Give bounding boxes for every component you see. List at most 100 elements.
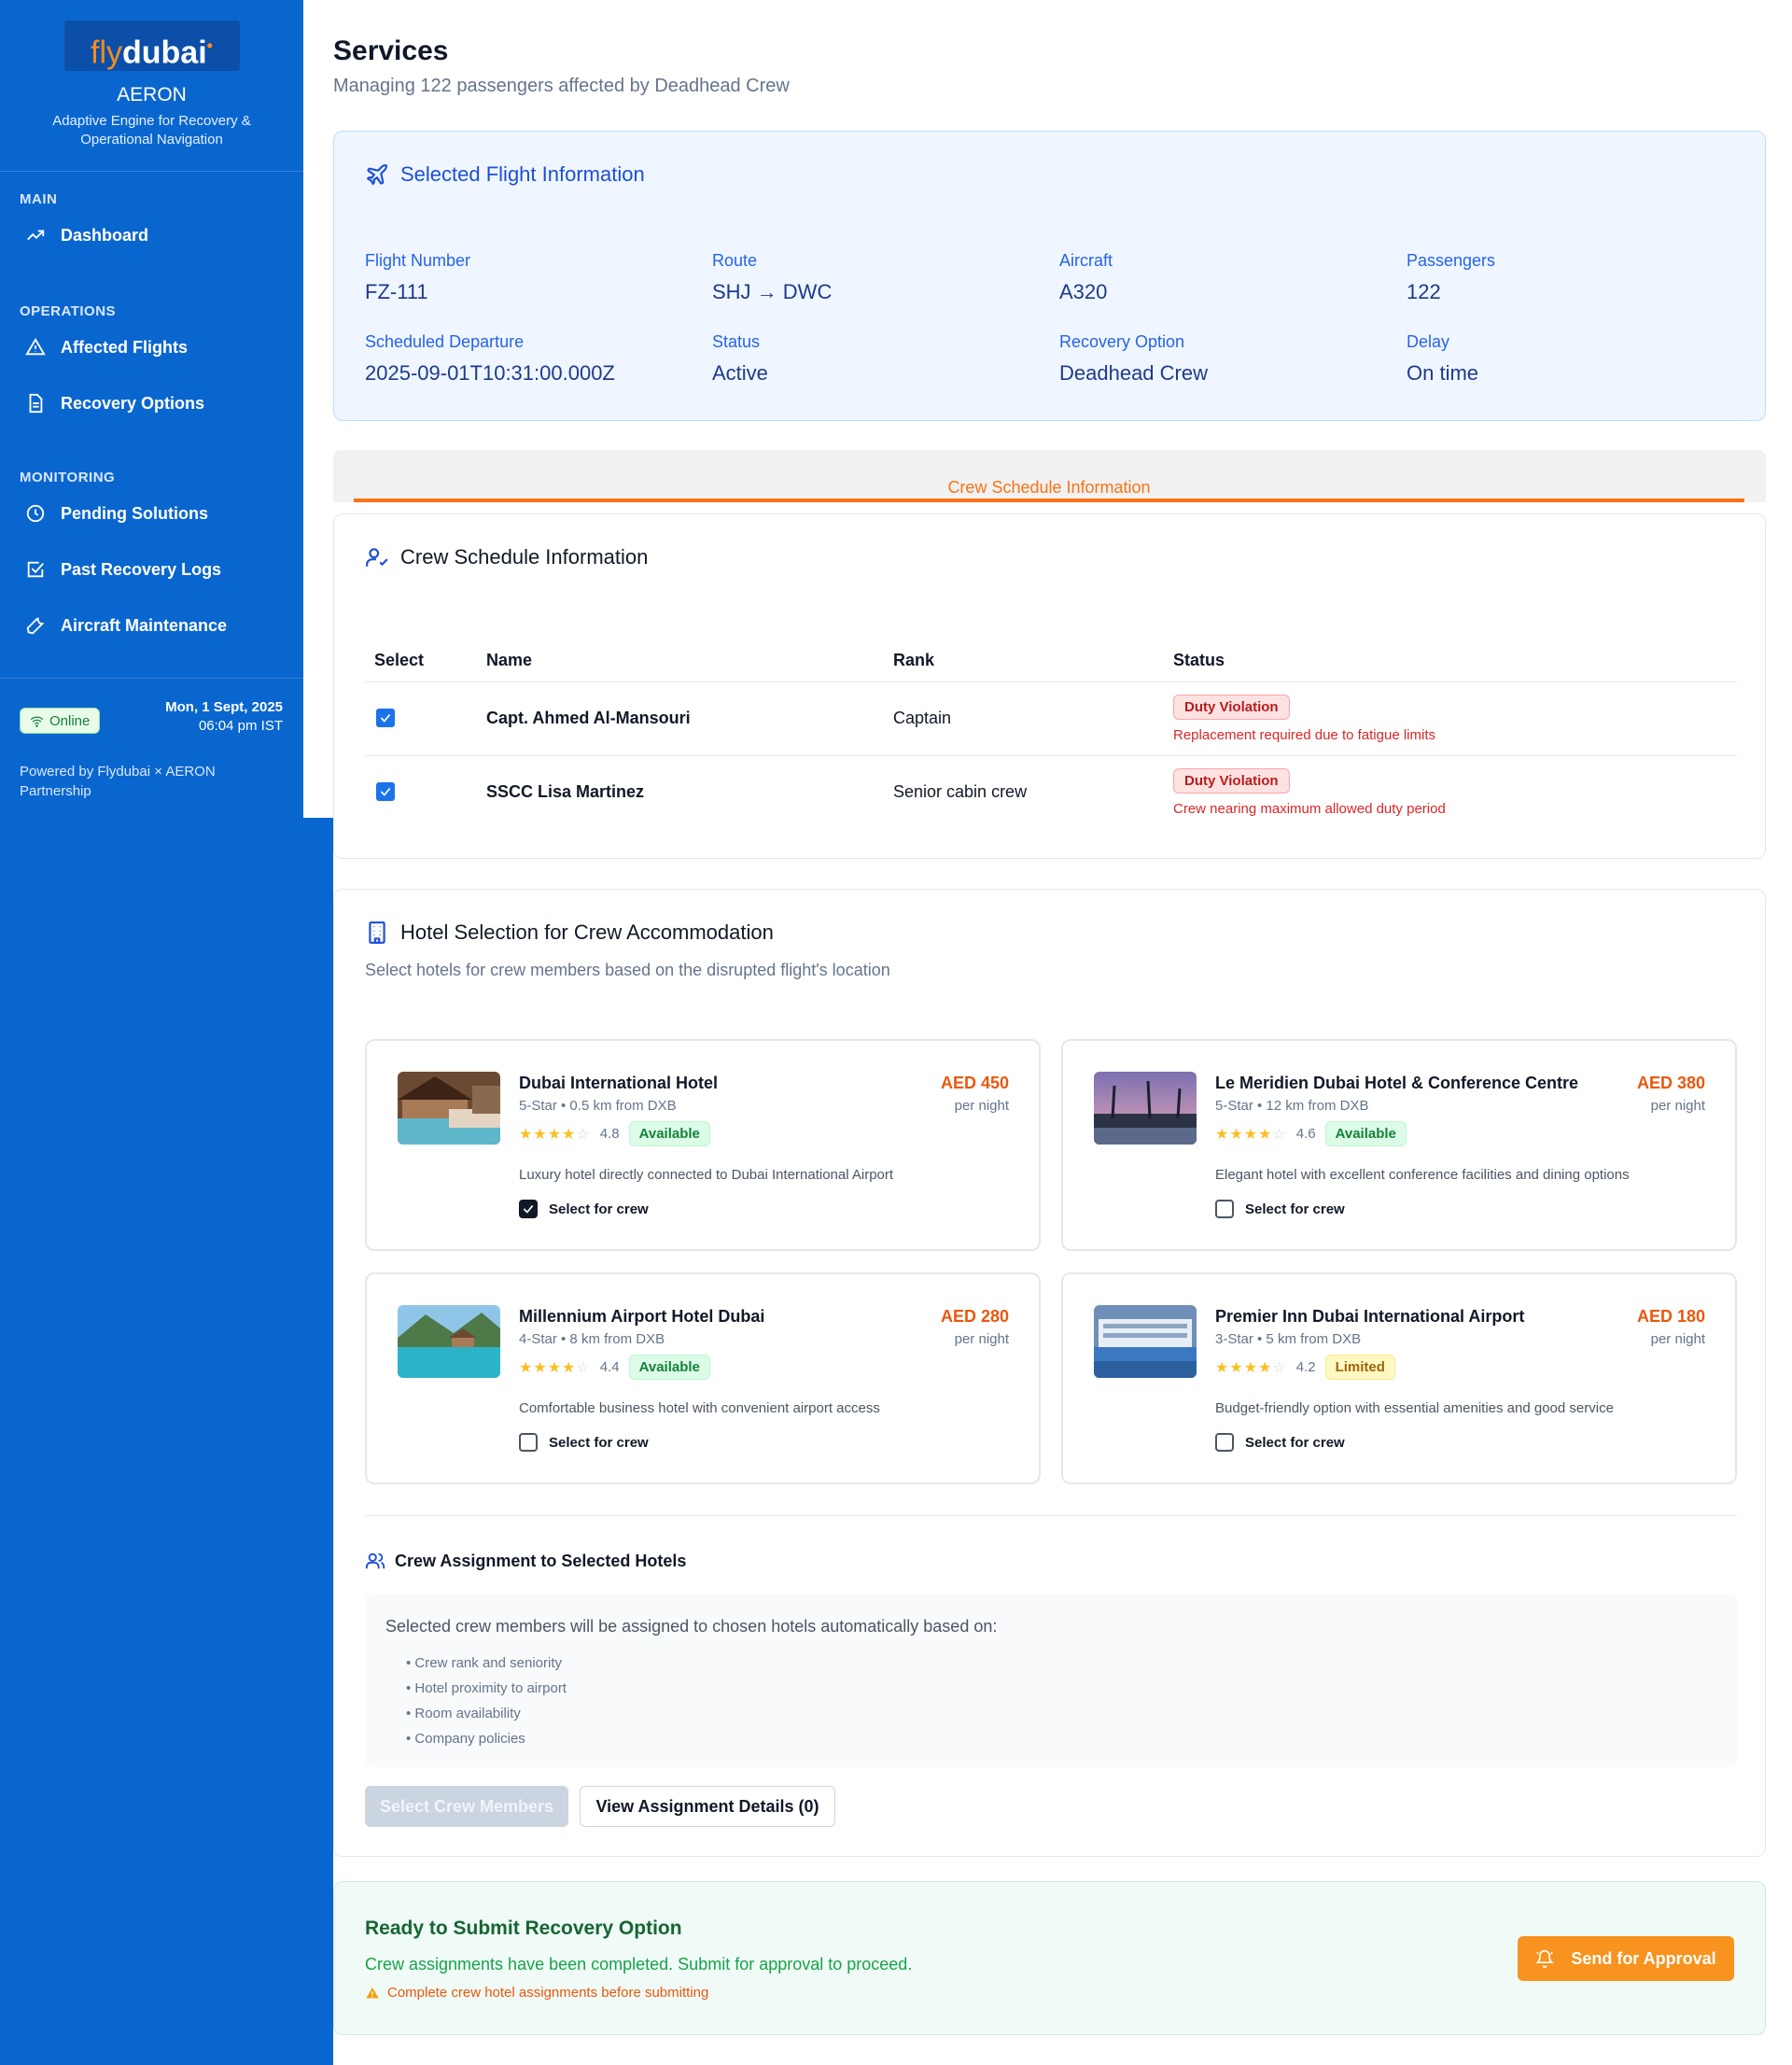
hotel-photo — [1094, 1305, 1197, 1378]
trending-up-icon — [27, 230, 45, 241]
crew-table-header: Select Name Rank Status — [365, 640, 1737, 682]
hotel-photo — [1094, 1072, 1197, 1145]
page-subtitle: Managing 122 passengers affected by Dead… — [333, 76, 790, 96]
brand-block: flydubai• AERON Adaptive Engine for Reco… — [0, 0, 303, 172]
nav-section-main: MAIN — [20, 191, 58, 207]
col-rank: Rank — [893, 640, 1173, 682]
field-route: Route SHJ → DWC — [712, 251, 833, 303]
submit-recovery-card: Ready to Submit Recovery Option Crew ass… — [333, 1881, 1766, 2035]
send-for-approval-button[interactable]: Send for Approval — [1518, 1936, 1734, 1981]
availability-badge: Limited — [1324, 1355, 1395, 1380]
hotel-meta: 5-Star • 0.5 km from DXB — [519, 1098, 677, 1114]
crew-assignment-header: Crew Assignment to Selected Hotels — [365, 1551, 686, 1571]
crew-select-checkbox[interactable] — [376, 781, 395, 801]
select-for-crew-checkbox[interactable]: Select for crew — [519, 1433, 649, 1452]
hotel-card-premier-inn[interactable]: Premier Inn Dubai International Airport … — [1061, 1272, 1737, 1484]
hotel-rating: ★★★★☆ 4.6 Available — [1215, 1121, 1407, 1146]
hotel-name: Millennium Airport Hotel Dubai — [519, 1307, 765, 1326]
crew-card-title: Crew Schedule Information — [400, 545, 649, 569]
select-for-crew-checkbox[interactable]: Select for crew — [519, 1200, 649, 1218]
hotel-description: Budget-friendly option with essential am… — [1215, 1400, 1614, 1416]
hotel-card-millennium-airport[interactable]: Millennium Airport Hotel Dubai 4-Star • … — [365, 1272, 1041, 1484]
section-divider — [365, 1515, 1737, 1516]
users-icon — [365, 1552, 385, 1569]
hotel-card-dubai-international[interactable]: Dubai International Hotel 5-Star • 0.5 k… — [365, 1039, 1041, 1251]
select-crew-members-button[interactable]: Select Crew Members — [365, 1786, 568, 1827]
select-for-crew-checkbox[interactable]: Select for crew — [1215, 1433, 1345, 1452]
checkbox-unchecked[interactable] — [519, 1433, 538, 1452]
tab-crew-schedule[interactable]: Crew Schedule Information — [354, 478, 1744, 502]
crew-card-header: Crew Schedule Information — [365, 545, 648, 569]
sidebar-item-aircraft-maintenance[interactable]: Aircraft Maintenance — [0, 607, 303, 644]
field-aircraft: Aircraft A320 — [1059, 251, 1113, 303]
checkbox-unchecked[interactable] — [1215, 1200, 1234, 1218]
sidebar: flydubai• AERON Adaptive Engine for Reco… — [0, 0, 303, 818]
hotel-meta: 3-Star • 5 km from DXB — [1215, 1331, 1362, 1347]
check-icon — [523, 1204, 534, 1214]
status-badge: Duty Violation — [1173, 767, 1290, 794]
wrench-icon — [26, 617, 45, 635]
price-value: AED 180 — [1636, 1307, 1705, 1326]
sidebar-gap — [303, 0, 333, 818]
hotel-photo — [398, 1305, 500, 1378]
sidebar-item-affected-flights[interactable]: Affected Flights — [0, 329, 303, 366]
price-value: AED 450 — [940, 1074, 1009, 1092]
hotel-price: AED 450 per night — [941, 1074, 1009, 1114]
field-delay: Delay On time — [1407, 332, 1479, 385]
checkbox-unchecked[interactable] — [1215, 1433, 1234, 1452]
checkbox-checked[interactable] — [519, 1200, 538, 1218]
clock-icon — [26, 504, 45, 523]
list-item: Company policies — [406, 1726, 567, 1751]
crew-select-checkbox[interactable] — [376, 708, 395, 727]
flight-card-title: Selected Flight Information — [400, 162, 645, 186]
price-unit: per night — [954, 1331, 1009, 1347]
sidebar-item-label: Dashboard — [61, 225, 149, 245]
tab-bar: Crew Schedule Information — [333, 450, 1766, 502]
availability-badge: Available — [1324, 1121, 1407, 1146]
select-for-crew-checkbox[interactable]: Select for crew — [1215, 1200, 1345, 1218]
hotel-selection-card: Hotel Selection for Crew Accommodation S… — [333, 889, 1766, 1857]
sidebar-item-dashboard[interactable]: Dashboard — [0, 217, 303, 254]
alert-triangle-icon — [25, 337, 46, 356]
current-date: Mon, 1 Sept, 2025 — [165, 699, 283, 715]
hotel-card-le-meridien[interactable]: Le Meridien Dubai Hotel & Conference Cen… — [1061, 1039, 1737, 1251]
current-time: 06:04 pm IST — [198, 718, 283, 734]
field-scheduled-departure: Scheduled Departure 2025-09-01T10:31:00.0… — [365, 332, 615, 385]
app-name: AERON — [117, 84, 187, 105]
rating-value: 4.8 — [599, 1126, 620, 1142]
list-item: Hotel proximity to airport — [406, 1676, 567, 1701]
hotel-name: Le Meridien Dubai Hotel & Conference Cen… — [1215, 1074, 1579, 1092]
nav-section-operations: OPERATIONS — [20, 303, 117, 319]
page-title: Services — [333, 35, 449, 66]
sidebar-item-pending-solutions[interactable]: Pending Solutions — [0, 495, 303, 532]
price-value: AED 280 — [940, 1307, 1009, 1326]
crew-name: Capt. Ahmed Al-Mansouri — [486, 681, 893, 756]
building-icon — [369, 921, 385, 944]
selected-flight-card: Selected Flight Information Flight Numbe… — [333, 131, 1766, 421]
wifi-icon — [30, 716, 44, 727]
crew-assignment-title: Crew Assignment to Selected Hotels — [395, 1551, 687, 1570]
star-rating-icon: ★★★★☆ — [1215, 1359, 1287, 1376]
flydubai-logo[interactable]: flydubai• — [63, 21, 240, 71]
price-value: AED 380 — [1636, 1074, 1705, 1092]
powered-by: Powered by Flydubai × AERON Partnership — [20, 764, 216, 799]
flight-info-grid: Flight Number FZ-111 Route SHJ → DWC Aircr… — [365, 251, 1746, 386]
sidebar-item-past-recovery-logs[interactable]: Past Recovery Logs — [0, 551, 303, 588]
table-row: SSCC Lisa Martinez Senior cabin crew Dut… — [365, 755, 1737, 829]
hotel-name: Dubai International Hotel — [519, 1074, 719, 1092]
check-icon — [380, 787, 391, 796]
assignment-info-box: Selected crew members will be assigned t… — [365, 1594, 1737, 1767]
sidebar-item-label: Aircraft Maintenance — [61, 615, 228, 635]
app-tagline: Adaptive Engine for Recovery & Operation… — [52, 113, 251, 148]
status-note: Crew nearing maximum allowed duty period — [1173, 800, 1446, 817]
bell-icon — [1535, 1949, 1555, 1968]
hotel-rating: ★★★★☆ 4.8 Available — [519, 1121, 710, 1146]
star-rating-icon: ★★★★☆ — [1215, 1126, 1287, 1143]
sidebar-item-recovery-options[interactable]: Recovery Options — [0, 385, 303, 422]
rating-value: 4.2 — [1295, 1359, 1316, 1375]
list-item: Crew rank and seniority — [406, 1651, 567, 1676]
list-item: Room availability — [406, 1701, 567, 1726]
hotel-price: AED 380 per night — [1637, 1074, 1705, 1114]
view-assignment-details-button[interactable]: View Assignment Details (0) — [580, 1786, 835, 1827]
hotel-rating: ★★★★☆ 4.2 Limited — [1215, 1355, 1395, 1380]
